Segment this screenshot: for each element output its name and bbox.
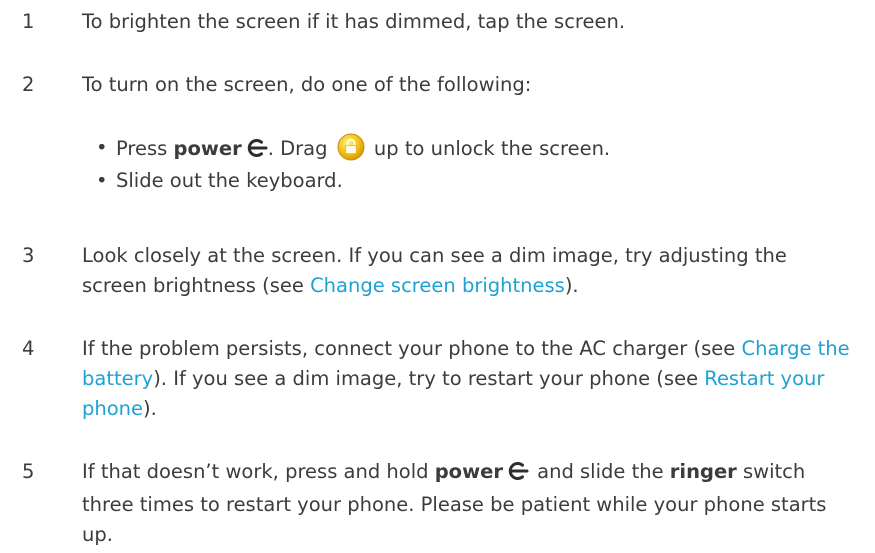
step-number: 2	[22, 73, 35, 96]
step-text: If that doesn’t work, press and hold pow…	[82, 460, 827, 546]
bullet-dot: •	[96, 136, 108, 159]
step-number: 1	[22, 10, 35, 33]
bullet-text: Slide out the keyboard.	[116, 169, 343, 192]
ringer-switch-label: ringer	[669, 460, 737, 483]
step-text: Look closely at the screen. If you can s…	[82, 244, 787, 297]
unlock-padlock-icon	[337, 133, 365, 170]
power-icon	[246, 137, 268, 167]
step-text: To turn on the screen, do one of the fol…	[82, 73, 532, 96]
step-text: If the problem persists, connect your ph…	[82, 337, 850, 420]
link-change-screen-brightness[interactable]: Change screen brightness	[310, 274, 565, 297]
power-icon	[507, 460, 529, 490]
step-number: 5	[22, 460, 35, 483]
step-number: 4	[22, 337, 35, 360]
step-text: To brighten the screen if it has dimmed,…	[82, 10, 626, 33]
power-key-label: power	[173, 137, 242, 160]
step-number: 3	[22, 244, 35, 267]
bullet-dot: •	[96, 169, 108, 192]
power-key-label: power	[434, 460, 503, 483]
